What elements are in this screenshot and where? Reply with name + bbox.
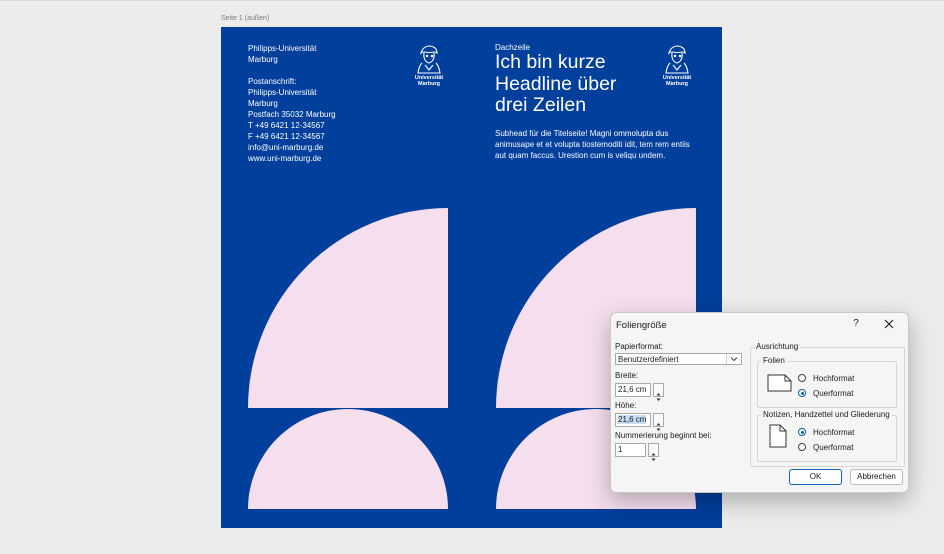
hoehe-value-selected: 21,6 cm: [618, 415, 647, 424]
address-line: Marburg: [248, 55, 278, 64]
address-line: Philipps-Universität: [248, 44, 317, 53]
dialog-title: Foliengröße: [616, 320, 667, 331]
papierformat-label: Papierformat:: [615, 342, 664, 351]
left-half-circle: [248, 409, 448, 509]
headline-line: Headline über: [495, 72, 617, 95]
subhead: Subhead für die Titelseite! Magni ommolu…: [495, 128, 705, 161]
close-button[interactable]: [881, 316, 897, 332]
headline-line: drei Zeilen: [495, 94, 587, 116]
hoehe-stepper: 21,6 cm: [615, 413, 665, 431]
ausrichtung-label: Ausrichtung: [754, 342, 801, 351]
chevron-down-icon: [726, 354, 741, 364]
ok-button[interactable]: OK: [789, 469, 842, 485]
logo-text-line: Marburg: [418, 81, 440, 87]
address-line: info@uni-marburg.de: [248, 143, 324, 152]
caret-down-icon: [651, 458, 656, 461]
close-icon: [884, 319, 894, 329]
headline-line: Ich bin kurze: [495, 51, 606, 73]
subhead-line: aut quam faccus. Urestion cum is veliqu …: [495, 151, 666, 160]
hoehe-label: Höhe:: [615, 401, 637, 410]
folien-label: Folien: [761, 356, 787, 365]
breite-stepper: 21,6 cm: [615, 383, 665, 401]
nummerierung-down-button[interactable]: [649, 450, 658, 461]
nummerierung-input[interactable]: 1: [615, 443, 646, 457]
papierformat-value: Benutzerdefiniert: [618, 355, 679, 364]
help-button[interactable]: ?: [849, 316, 863, 332]
landscape-page-icon: [767, 374, 792, 392]
address-line: www.uni-marburg.de: [248, 154, 322, 163]
subhead-line: Subhead für die Titelseite! Magni ommolu…: [495, 129, 669, 138]
headline: Ich bin kurze Headline über drei Zeilen: [495, 51, 675, 117]
nummerierung-stepper: 1: [615, 443, 661, 461]
page-label: Seite 1 (außen): [221, 15, 270, 22]
breite-down-button[interactable]: [654, 390, 663, 401]
address-line: Marburg: [248, 99, 278, 108]
subhead-line: animusape et et volupta tiostemoditi idi…: [495, 140, 690, 149]
hoehe-down-button[interactable]: [654, 420, 663, 431]
papierformat-select[interactable]: Benutzerdefiniert: [615, 353, 742, 365]
address-block: Philipps-Universität Marburg Postanschri…: [248, 43, 398, 164]
left-quarter-circle: [248, 208, 448, 408]
seal-icon: [417, 45, 441, 74]
portrait-page-icon: [769, 424, 787, 448]
breite-input[interactable]: 21,6 cm: [615, 383, 651, 397]
address-line: Philipps-Universität: [248, 88, 317, 97]
slide-size-dialog: Foliengröße ? Papierformat: Benutzerdefi…: [610, 312, 909, 493]
cancel-button[interactable]: Abbrechen: [850, 469, 903, 485]
nummerierung-label: Nummerierung beginnt bei:: [615, 431, 712, 440]
top-divider: [0, 0, 944, 1]
address-line: T +49 6421 12-34567: [248, 121, 325, 130]
address-line: Postanschrift:: [248, 77, 297, 86]
university-logo-left: Universität Marburg: [409, 44, 449, 87]
hoehe-input[interactable]: 21,6 cm: [615, 413, 651, 427]
caret-down-icon: [656, 398, 661, 401]
breite-label: Breite:: [615, 371, 639, 380]
address-line: Postfach 35032 Marburg: [248, 110, 336, 119]
notizen-label: Notizen, Handzettel und Gliederung: [761, 410, 892, 419]
address-line: F +49 6421 12-34567: [248, 132, 325, 141]
